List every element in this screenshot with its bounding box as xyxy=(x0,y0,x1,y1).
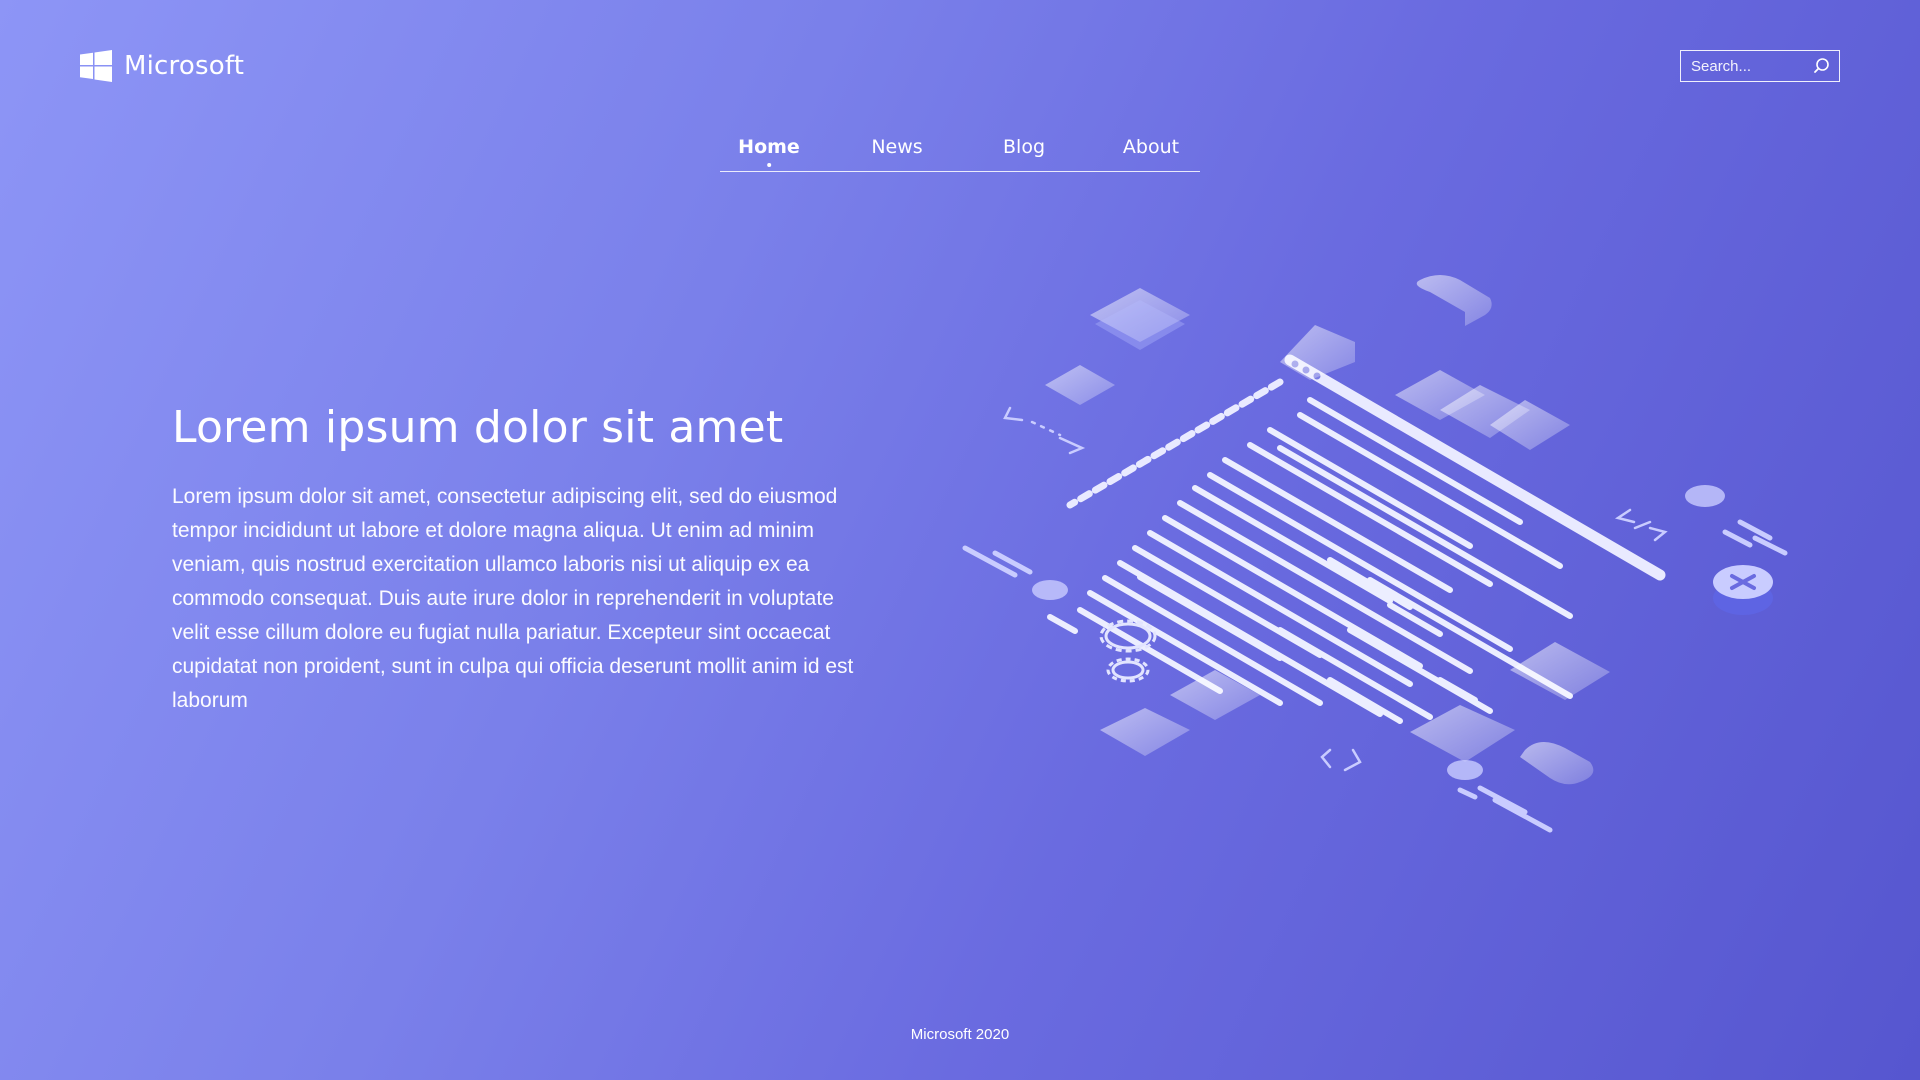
floating-tiles xyxy=(1045,288,1610,762)
nav-item-label: Home xyxy=(738,136,800,158)
search-input[interactable] xyxy=(1691,57,1813,75)
active-indicator-dot xyxy=(766,163,771,167)
brand-name: Microsoft xyxy=(124,51,245,81)
nav-item-label: News xyxy=(871,136,923,158)
windows-logo-icon xyxy=(80,50,112,82)
close-badge-icon xyxy=(1713,565,1773,615)
nav-item-home[interactable]: Home xyxy=(738,136,800,167)
isometric-code-illustration xyxy=(962,275,1788,833)
hero-body-text: Lorem ipsum dolor sit amet, consectetur … xyxy=(172,485,854,712)
nav-item-blog[interactable]: Blog xyxy=(1003,136,1045,158)
nav-item-about[interactable]: About xyxy=(1123,136,1179,158)
main-nav: Home News Blog About xyxy=(720,136,1200,172)
search-icon[interactable] xyxy=(1813,57,1831,75)
nav-item-label: Blog xyxy=(1003,136,1045,158)
footer-copyright: Microsoft 2020 xyxy=(910,1026,1010,1043)
code-symbols xyxy=(1003,406,1668,772)
search-box[interactable] xyxy=(1680,50,1840,82)
nav-item-label: About xyxy=(1122,136,1180,158)
brand-logo[interactable]: Microsoft xyxy=(80,50,244,82)
decorative-dashes xyxy=(962,485,1788,833)
hero-title: Lorem ipsum dolor sit amet xyxy=(172,402,784,453)
nav-item-news[interactable]: News xyxy=(871,136,922,158)
